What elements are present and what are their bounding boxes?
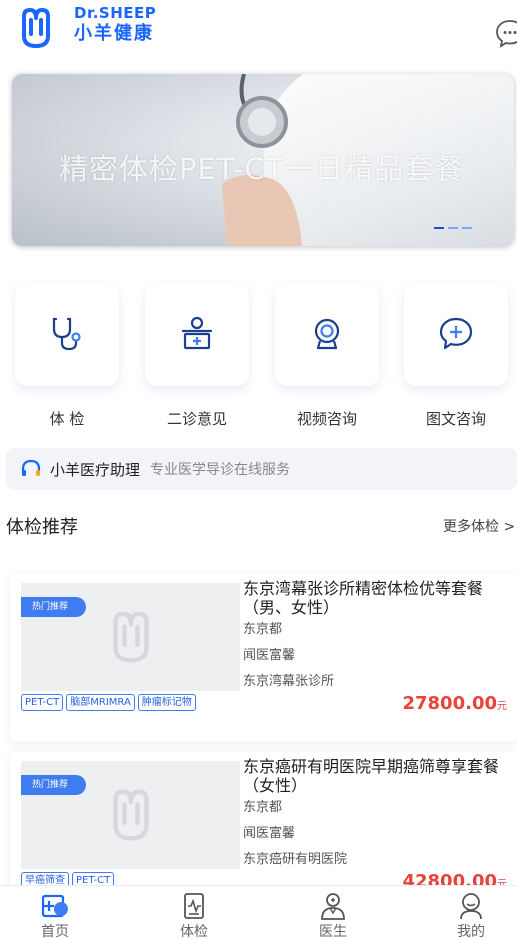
hot-badge: 热门推荐: [21, 597, 87, 617]
service-label: 视频咨询: [296, 410, 357, 428]
product-price: 27800.00元: [402, 693, 507, 714]
sheep-placeholder-icon: [113, 789, 149, 841]
product-region: 东京都: [243, 622, 283, 637]
sheep-placeholder-icon: [113, 611, 149, 663]
banner-title: 精密体检PET-CT一日精品套餐: [59, 152, 465, 186]
product-image: 热门推荐: [21, 761, 240, 869]
service-text-consult[interactable]: 图文咨询: [404, 282, 508, 429]
stethoscope-icon: [52, 317, 81, 351]
brand-name-en: Dr.SHEEP: [74, 4, 157, 22]
sheep-logo-icon: [22, 8, 50, 48]
headset-icon: [21, 459, 41, 476]
more-checkups-link[interactable]: 更多体检 >: [443, 516, 515, 536]
tab-doctor[interactable]: 医生: [293, 891, 373, 939]
service-grid: 体 检 二诊意见 视频咨询 图文咨询: [0, 282, 517, 432]
webcam-icon: [314, 318, 340, 350]
app-header: Dr.SHEEP 小羊健康: [0, 0, 517, 60]
tab-label: 医生: [319, 924, 347, 939]
doctor-icon: [321, 893, 345, 920]
service-label: 体 检: [49, 410, 85, 428]
banner-dot-3[interactable]: [462, 227, 472, 229]
medical-assistant-bar[interactable]: 小羊医疗助理 专业医学导诊在线服务: [6, 448, 517, 490]
product-clinic: 东京湾幕张诊所: [243, 674, 335, 689]
hot-badge: 热门推荐: [21, 775, 87, 795]
product-card[interactable]: 热门推荐 PET-CT 脑部MRIMRA 肿瘤标记物 东京湾幕张诊所精密体检优等…: [10, 574, 517, 742]
product-agent: 闻医富馨: [243, 826, 296, 841]
assistant-title: 小羊医疗助理: [50, 460, 141, 479]
medical-kit-icon: [181, 316, 213, 350]
tab-checkup[interactable]: 体检: [154, 891, 234, 939]
price-value: 27800.00: [402, 693, 497, 714]
service-video-consult[interactable]: 视频咨询: [275, 282, 379, 429]
product-info: 东京湾幕张诊所精密体检优等套餐（男、女性） 东京都 闻医富馨 东京湾幕张诊所: [243, 579, 508, 691]
product-tag: 脑部MRIMRA: [66, 694, 135, 711]
service-second-opinion[interactable]: 二诊意见: [145, 282, 249, 429]
product-tags: PET-CT 脑部MRIMRA 肿瘤标记物: [21, 694, 196, 711]
tab-label: 首页: [41, 924, 69, 939]
message-icon[interactable]: [495, 18, 517, 48]
product-title: 东京癌研有明医院早期癌筛尊享套餐（女性）: [243, 757, 500, 795]
assistant-subtitle: 专业医学导诊在线服务: [150, 462, 291, 478]
brand-name-cn: 小羊健康: [74, 23, 154, 44]
checkup-icon: [184, 893, 204, 919]
bottom-tab-bar: 首页 体检 医生 我的: [0, 885, 517, 939]
service-checkup[interactable]: 体 检: [15, 282, 119, 429]
product-info: 东京癌研有明医院早期癌筛尊享套餐（女性） 东京都 闻医富馨 东京癌研有明医院: [243, 757, 508, 869]
tab-label: 体检: [180, 924, 208, 939]
service-label: 图文咨询: [425, 410, 486, 428]
tab-home[interactable]: 首页: [15, 891, 95, 939]
product-title: 东京湾幕张诊所精密体检优等套餐（男、女性）: [243, 579, 484, 617]
promo-banner[interactable]: 精密体检PET-CT一日精品套餐: [12, 74, 514, 246]
tab-label: 我的: [457, 924, 485, 939]
brand-logo: Dr.SHEEP 小羊健康: [74, 5, 156, 46]
product-image: 热门推荐: [21, 583, 240, 691]
chat-plus-icon: [439, 317, 473, 350]
profile-icon: [460, 893, 482, 920]
service-label: 二诊意见: [166, 410, 227, 428]
price-unit: 元: [497, 701, 507, 712]
tab-profile[interactable]: 我的: [431, 891, 511, 939]
product-tag: PET-CT: [21, 694, 64, 711]
product-region: 东京都: [243, 800, 283, 815]
banner-pagination[interactable]: [434, 227, 472, 229]
section-title: 体检推荐: [6, 517, 78, 538]
product-tag: 肿瘤标记物: [137, 694, 196, 711]
banner-dot-1[interactable]: [434, 227, 444, 229]
home-icon: [41, 894, 68, 918]
banner-dot-2[interactable]: [448, 227, 458, 229]
product-clinic: 东京癌研有明医院: [243, 852, 348, 867]
product-agent: 闻医富馨: [243, 648, 296, 663]
